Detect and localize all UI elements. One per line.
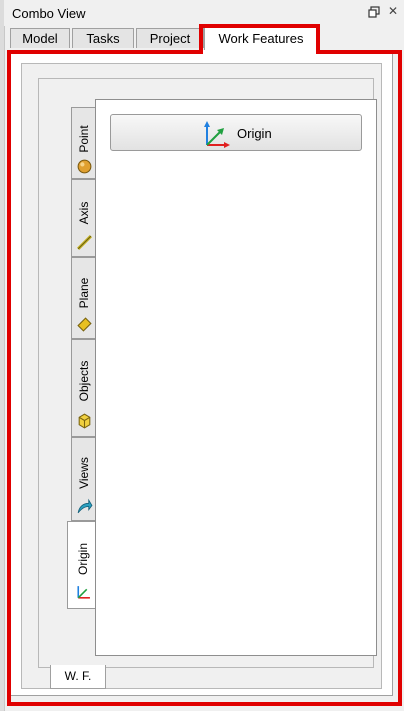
window-title: Combo View xyxy=(12,6,86,21)
left-edge-strip xyxy=(0,0,5,711)
tab-label: Project xyxy=(149,31,191,46)
float-window-icon[interactable] xyxy=(368,6,380,18)
tab-tasks[interactable]: Tasks xyxy=(72,28,134,48)
combo-view-titlebar: Combo View ✕ xyxy=(4,0,404,26)
tab-label: Model xyxy=(22,31,58,46)
tab-model[interactable]: Model xyxy=(10,28,70,48)
tab-label: Tasks xyxy=(86,31,120,46)
close-icon[interactable]: ✕ xyxy=(386,4,400,18)
tab-project[interactable]: Project xyxy=(136,28,204,48)
highlight-panel-outline xyxy=(7,50,402,706)
highlight-tab-outline xyxy=(199,24,320,54)
